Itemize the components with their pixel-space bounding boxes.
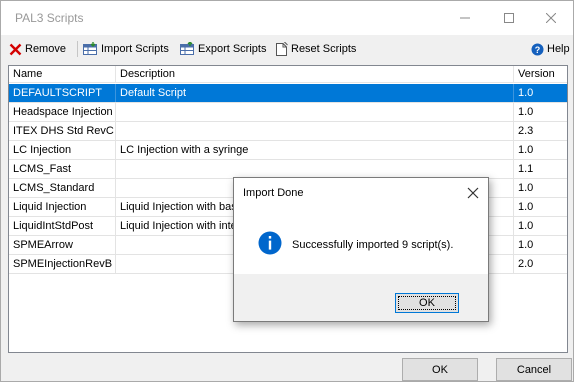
row-name-cell: Liquid Injection <box>9 198 116 216</box>
dialog-title-bar[interactable]: Import Done <box>234 178 488 208</box>
row-name-cell: SPMEInjectionRevB <box>9 255 116 273</box>
row-version-cell: 2.3 <box>518 125 534 137</box>
help-button[interactable]: ? Help <box>531 40 570 58</box>
import-scripts-label: Import Scripts <box>101 43 169 55</box>
table-row[interactable]: ITEX DHS Std RevC 2.3 <box>9 122 567 141</box>
ok-button[interactable]: OK <box>402 358 478 381</box>
maximize-icon <box>504 13 514 23</box>
minimize-button[interactable] <box>445 5 485 31</box>
remove-label: Remove <box>25 43 66 55</box>
export-scripts-button[interactable]: Export Scripts <box>179 40 266 58</box>
row-version-cell: 1.0 <box>518 106 534 118</box>
row-version-cell: 1.0 <box>518 201 534 213</box>
dialog-title: Import Done <box>243 187 304 199</box>
row-version-cell: 1.0 <box>518 239 534 251</box>
cancel-button[interactable]: Cancel <box>496 358 572 381</box>
title-bar[interactable]: PAL3 Scripts <box>1 1 573 35</box>
row-description-cell: LC Injection with a syringe <box>116 141 514 159</box>
row-description-cell <box>116 103 514 121</box>
dialog-message: Successfully imported 9 script(s). <box>292 239 454 251</box>
row-name-cell: LCMS_Standard <box>9 179 116 197</box>
import-grid-icon <box>83 42 97 55</box>
close-icon <box>546 13 556 23</box>
row-version-cell: 1.0 <box>518 182 534 194</box>
reset-scripts-button[interactable]: Reset Scripts <box>275 40 356 58</box>
row-name-cell: ITEX DHS Std RevC <box>9 122 116 140</box>
info-icon <box>258 231 282 255</box>
row-name-cell: SPMEArrow <box>9 236 116 254</box>
toolbar-separator <box>77 41 78 57</box>
row-description-cell <box>116 122 514 140</box>
reset-scripts-label: Reset Scripts <box>291 43 357 55</box>
row-version-cell: 1.0 <box>518 87 534 99</box>
minimize-icon <box>460 17 470 19</box>
column-header-description[interactable]: Description <box>116 66 514 83</box>
row-description-cell: Default Script <box>116 84 514 102</box>
export-scripts-label: Export Scripts <box>198 43 267 55</box>
row-version-cell: 2.0 <box>518 258 534 270</box>
row-version-cell: 1.1 <box>518 163 534 175</box>
export-grid-icon <box>180 42 194 55</box>
row-version-cell: 1.0 <box>518 144 534 156</box>
help-label: Help <box>547 43 570 55</box>
row-name-cell: LiquidIntStdPost <box>9 217 116 235</box>
import-done-dialog: Import Done Successfully imported 9 scri… <box>233 177 489 322</box>
maximize-button[interactable] <box>489 5 529 31</box>
row-name-cell: LC Injection <box>9 141 116 159</box>
help-icon: ? <box>531 43 544 55</box>
column-header-name[interactable]: Name <box>9 66 116 83</box>
table-row[interactable]: DEFAULTSCRIPT Default Script 1.0 <box>9 84 567 103</box>
close-button[interactable] <box>531 5 571 31</box>
toolbar: Remove Import Scripts Export Scripts Res… <box>1 37 573 61</box>
window-title: PAL3 Scripts <box>15 11 84 25</box>
dialog-close-icon[interactable] <box>466 186 480 200</box>
reset-document-icon <box>276 41 288 56</box>
row-name-cell: DEFAULTSCRIPT <box>9 84 116 102</box>
focus-rectangle <box>398 296 456 310</box>
table-header: Name Description Version <box>9 66 567 83</box>
row-description-cell <box>116 160 514 178</box>
table-row[interactable]: Headspace Injection 1.0 <box>9 103 567 122</box>
import-scripts-button[interactable]: Import Scripts <box>82 40 169 58</box>
remove-x-icon <box>9 43 22 55</box>
remove-button[interactable]: Remove <box>9 40 66 58</box>
dialog-body: Successfully imported 9 script(s). <box>234 208 488 274</box>
row-name-cell: LCMS_Fast <box>9 160 116 178</box>
svg-text:?: ? <box>535 45 541 55</box>
row-version-cell: 1.0 <box>518 220 534 232</box>
table-row[interactable]: LC Injection LC Injection with a syringe… <box>9 141 567 160</box>
row-name-cell: Headspace Injection <box>9 103 116 121</box>
column-header-version[interactable]: Version <box>514 66 567 83</box>
dialog-ok-button[interactable]: OK <box>395 293 459 313</box>
